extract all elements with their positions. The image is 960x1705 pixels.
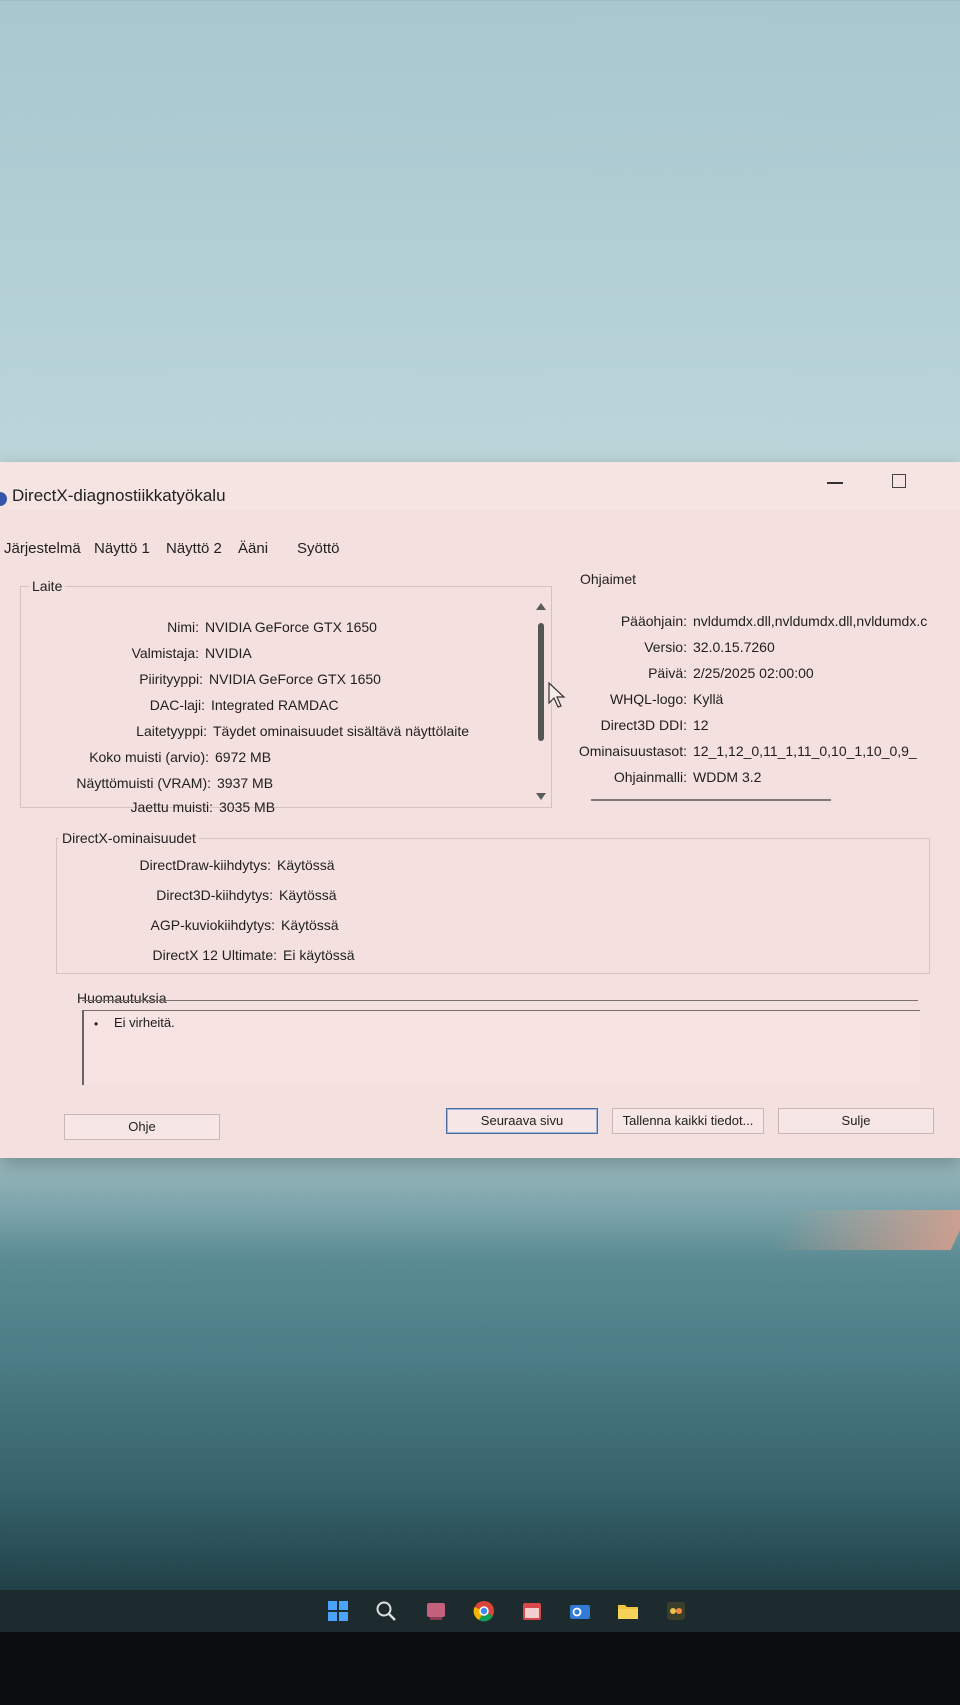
driver-label: Ominaisuustasot:: [578, 743, 687, 759]
directx-features-group: DirectX-ominaisuudet DirectDraw-kiihdyty…: [56, 830, 930, 974]
notes-item: Ei virheitä.: [114, 1015, 175, 1030]
notes-bullet: •: [94, 1017, 99, 1031]
notes-box[interactable]: • Ei virheitä.: [82, 1010, 920, 1085]
tab-input[interactable]: Syöttö: [297, 540, 340, 557]
device-label: Jaettu muisti:: [130, 799, 213, 815]
app-icon[interactable]: [664, 1599, 688, 1623]
close-button[interactable]: Sulje: [778, 1108, 934, 1134]
device-label: Valmistaja:: [131, 645, 199, 661]
device-value: NVIDIA: [205, 645, 252, 661]
file-explorer-icon[interactable]: [616, 1599, 640, 1623]
driver-row: Ohjainmalli: WDDM 3.2: [573, 769, 762, 785]
device-value: Täydet ominaisuudet sisältävä näyttölait…: [213, 723, 470, 739]
feature-row: AGP-kuviokiihdytys: Käytössä: [57, 917, 339, 933]
tab-system[interactable]: Järjestelmä: [4, 540, 81, 557]
maximize-icon[interactable]: [876, 462, 922, 502]
driver-label: Pääohjain:: [620, 613, 687, 629]
windows-start-icon[interactable]: [326, 1599, 350, 1623]
title-bar[interactable]: DirectX-diagnostiikkatyökalu: [0, 462, 960, 510]
device-row: Piirityyppi: NVIDIA GeForce GTX 1650: [21, 671, 381, 687]
feature-row: DirectDraw-kiihdytys: Käytössä: [57, 857, 335, 873]
driver-row: Ominaisuustasot: 12_1,12_0,11_1,11_0,10_1…: [565, 743, 917, 759]
driver-value: nvldumdx.dll,nvldumdx.dll,nvldumdx.c: [693, 613, 928, 629]
driver-divider: [591, 799, 831, 801]
feature-label: Direct3D-kiihdytys:: [156, 887, 273, 903]
device-value: NVIDIA GeForce GTX 1650: [209, 671, 381, 687]
device-label: Piirityyppi:: [139, 671, 203, 687]
driver-label: Päivä:: [648, 665, 687, 681]
dxdiag-app-icon: [0, 492, 7, 506]
driver-value: 32.0.15.7260: [693, 639, 775, 655]
device-value: NVIDIA GeForce GTX 1650: [205, 619, 377, 635]
help-button[interactable]: Ohje: [64, 1114, 220, 1140]
notes-title: Huomautuksia: [74, 990, 170, 1006]
device-label: Laitetyyppi:: [136, 723, 207, 739]
directx-features-title: DirectX-ominaisuudet: [59, 830, 199, 846]
calendar-icon[interactable]: [520, 1599, 544, 1623]
device-label: DAC-laji:: [149, 697, 205, 713]
driver-row: Direct3D DDI: 12: [573, 717, 709, 733]
dxdiag-window: DirectX-diagnostiikkatyökalu Järjestelmä…: [0, 462, 960, 1158]
driver-value: WDDM 3.2: [693, 769, 762, 785]
drivers-group: Ohjaimet Pääohjain: nvldumdx.dll,nvldumdx…: [572, 571, 938, 808]
mouse-cursor-icon: [548, 682, 566, 708]
next-page-button[interactable]: Seuraava sivu: [446, 1108, 598, 1134]
driver-row: Versio: 32.0.15.7260: [573, 639, 775, 655]
device-group: Laite Nimi: NVIDIA GeForce GTX 1650 Valmi…: [20, 578, 552, 815]
scroll-up-arrow-icon[interactable]: [536, 603, 546, 610]
scrollbar-thumb[interactable]: [538, 623, 544, 741]
device-value: 3035 MB: [219, 799, 276, 815]
device-label: Koko muisti (arvio):: [89, 749, 209, 765]
feature-label: AGP-kuviokiihdytys:: [150, 917, 275, 933]
device-group-title: Laite: [29, 578, 66, 594]
feature-label: DirectX 12 Ultimate:: [152, 947, 277, 963]
driver-row: WHQL-logo: Kyllä: [573, 691, 723, 707]
chrome-icon[interactable]: [472, 1599, 496, 1623]
tab-sound[interactable]: Ääni: [238, 540, 268, 557]
outlook-icon[interactable]: [568, 1599, 592, 1623]
device-row: Nimi: NVIDIA GeForce GTX 1650: [21, 619, 377, 635]
driver-value: 2/25/2025 02:00:00: [693, 665, 814, 681]
screen-reflection-warm: [770, 1210, 960, 1250]
device-row: Valmistaja: NVIDIA: [21, 645, 252, 661]
device-label: Näyttömuisti (VRAM):: [76, 775, 211, 791]
scroll-down-arrow-icon[interactable]: [536, 793, 546, 800]
tab-display-2[interactable]: Näyttö 2: [166, 540, 222, 557]
feature-value: Käytössä: [277, 857, 335, 873]
feature-value: Käytössä: [281, 917, 339, 933]
device-value: 3937 MB: [217, 775, 274, 791]
driver-row: Pääohjain: nvldumdx.dll,nvldumdx.dll,nvld…: [573, 613, 927, 629]
drivers-group-title: Ohjaimet: [577, 571, 640, 587]
device-row: Koko muisti (arvio): 6972 MB: [21, 749, 271, 765]
save-all-info-button[interactable]: Tallenna kaikki tiedot...: [612, 1108, 764, 1134]
device-value: 6972 MB: [215, 749, 272, 765]
minimize-icon[interactable]: [812, 462, 858, 502]
feature-label: DirectDraw-kiihdytys:: [139, 857, 271, 873]
device-row: DAC-laji: Integrated RAMDAC: [21, 697, 339, 713]
feature-value: Käytössä: [279, 887, 337, 903]
feature-row: DirectX 12 Ultimate: Ei käytössä: [57, 947, 355, 963]
app-icon[interactable]: [424, 1599, 448, 1623]
driver-label: Versio:: [644, 639, 687, 655]
driver-value: Kyllä: [693, 691, 724, 707]
window-title: DirectX-diagnostiikkatyökalu: [12, 486, 226, 505]
driver-row: Päivä: 2/25/2025 02:00:00: [573, 665, 814, 681]
search-icon[interactable]: [374, 1599, 398, 1623]
driver-value: 12_1,12_0,11_1,11_0,10_1,10_0,9_: [693, 743, 917, 759]
device-value: Integrated RAMDAC: [211, 697, 339, 713]
driver-label: Direct3D DDI:: [600, 717, 687, 733]
device-row: Jaettu muisti: 3035 MB: [21, 799, 276, 815]
device-row: Näyttömuisti (VRAM): 3937 MB: [21, 775, 273, 791]
feature-value: Ei käytössä: [283, 947, 355, 963]
notes-header-line: [82, 1000, 918, 1001]
driver-value: 12: [693, 717, 709, 733]
device-row: Laitetyyppi: Täydet ominaisuudet sisältäv…: [21, 723, 469, 739]
tab-display-1[interactable]: Näyttö 1: [94, 540, 150, 557]
monitor-bezel: [0, 1632, 960, 1705]
device-label: Nimi:: [167, 619, 199, 635]
driver-label: WHQL-logo:: [609, 691, 687, 707]
feature-row: Direct3D-kiihdytys: Käytössä: [57, 887, 337, 903]
driver-label: Ohjainmalli:: [613, 769, 687, 785]
